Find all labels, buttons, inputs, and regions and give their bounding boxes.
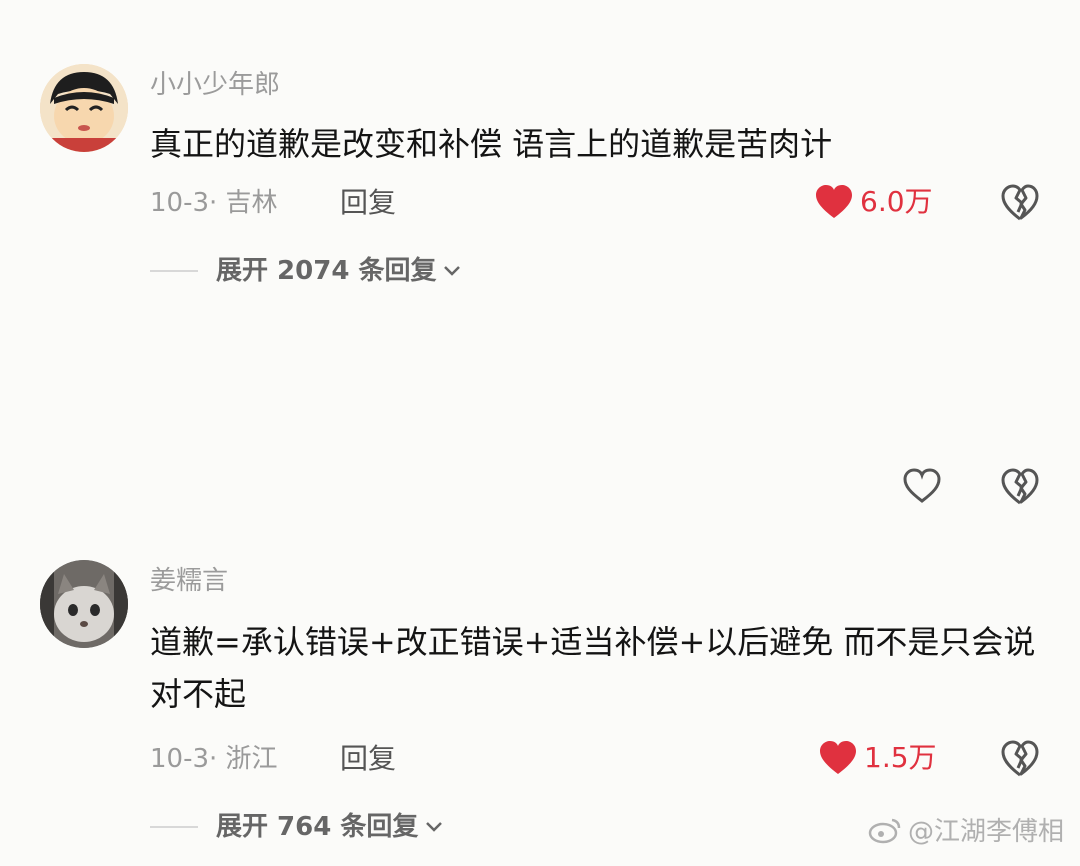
expand-divider <box>150 826 198 828</box>
expand-divider <box>150 270 198 272</box>
broken-heart-icon <box>1001 184 1039 221</box>
like-count: 1.5万 <box>864 741 937 774</box>
chevron-down-icon <box>426 822 443 832</box>
cat-avatar <box>40 560 128 648</box>
like-button[interactable]: 1.5万 <box>818 740 937 776</box>
heart-filled-icon <box>816 185 852 218</box>
dislike-button[interactable] <box>1000 184 1040 226</box>
reply-button[interactable]: 回复 <box>340 186 396 220</box>
expand-replies-label: 展开 2074 条回复 <box>216 256 437 286</box>
username[interactable]: 小小少年郎 <box>150 68 280 102</box>
weibo-logo-icon <box>868 818 901 843</box>
broken-heart-icon <box>1001 740 1039 777</box>
comment-item: 小小少年郎 真正的道歉是改变和补偿 语言上的道歉是苦肉计 10-3· 吉林 回复… <box>0 0 1080 330</box>
heart-filled-icon <box>820 741 856 774</box>
comment-date-location: 10-3· 吉林 <box>150 188 278 218</box>
avatar-user-1[interactable] <box>40 64 128 152</box>
expand-replies-label: 展开 764 条回复 <box>216 812 419 842</box>
comment-date-location: 10-3· 浙江 <box>150 744 278 774</box>
heart-outline-icon <box>903 468 941 503</box>
like-count: 6.0万 <box>860 185 933 218</box>
chevron-down-icon <box>444 266 461 276</box>
dislike-button[interactable] <box>1000 740 1040 782</box>
reply-button[interactable]: 回复 <box>340 742 396 776</box>
watermark: @江湖李傅相 <box>868 811 1064 848</box>
username[interactable]: 姜糯言 <box>150 564 228 598</box>
comment-text: 真正的道歉是改变和补偿 语言上的道歉是苦肉计 <box>150 125 833 163</box>
dislike-button[interactable] <box>1000 468 1040 510</box>
comment-text: 道歉=承认错误+改正错误+适当补偿+以后避免 而不是只会说对不起 <box>150 623 1036 713</box>
avatar-user-2[interactable] <box>40 560 128 648</box>
broken-heart-icon <box>1001 468 1039 505</box>
expand-replies-button[interactable]: 展开 764 条回复 <box>216 810 444 844</box>
watermark-text: @江湖李傅相 <box>907 817 1064 847</box>
cartoon-avatar <box>40 64 128 152</box>
like-button[interactable]: 6.0万 <box>814 184 933 220</box>
expand-replies-button[interactable]: 展开 2074 条回复 <box>216 254 462 288</box>
like-button[interactable] <box>902 468 942 504</box>
